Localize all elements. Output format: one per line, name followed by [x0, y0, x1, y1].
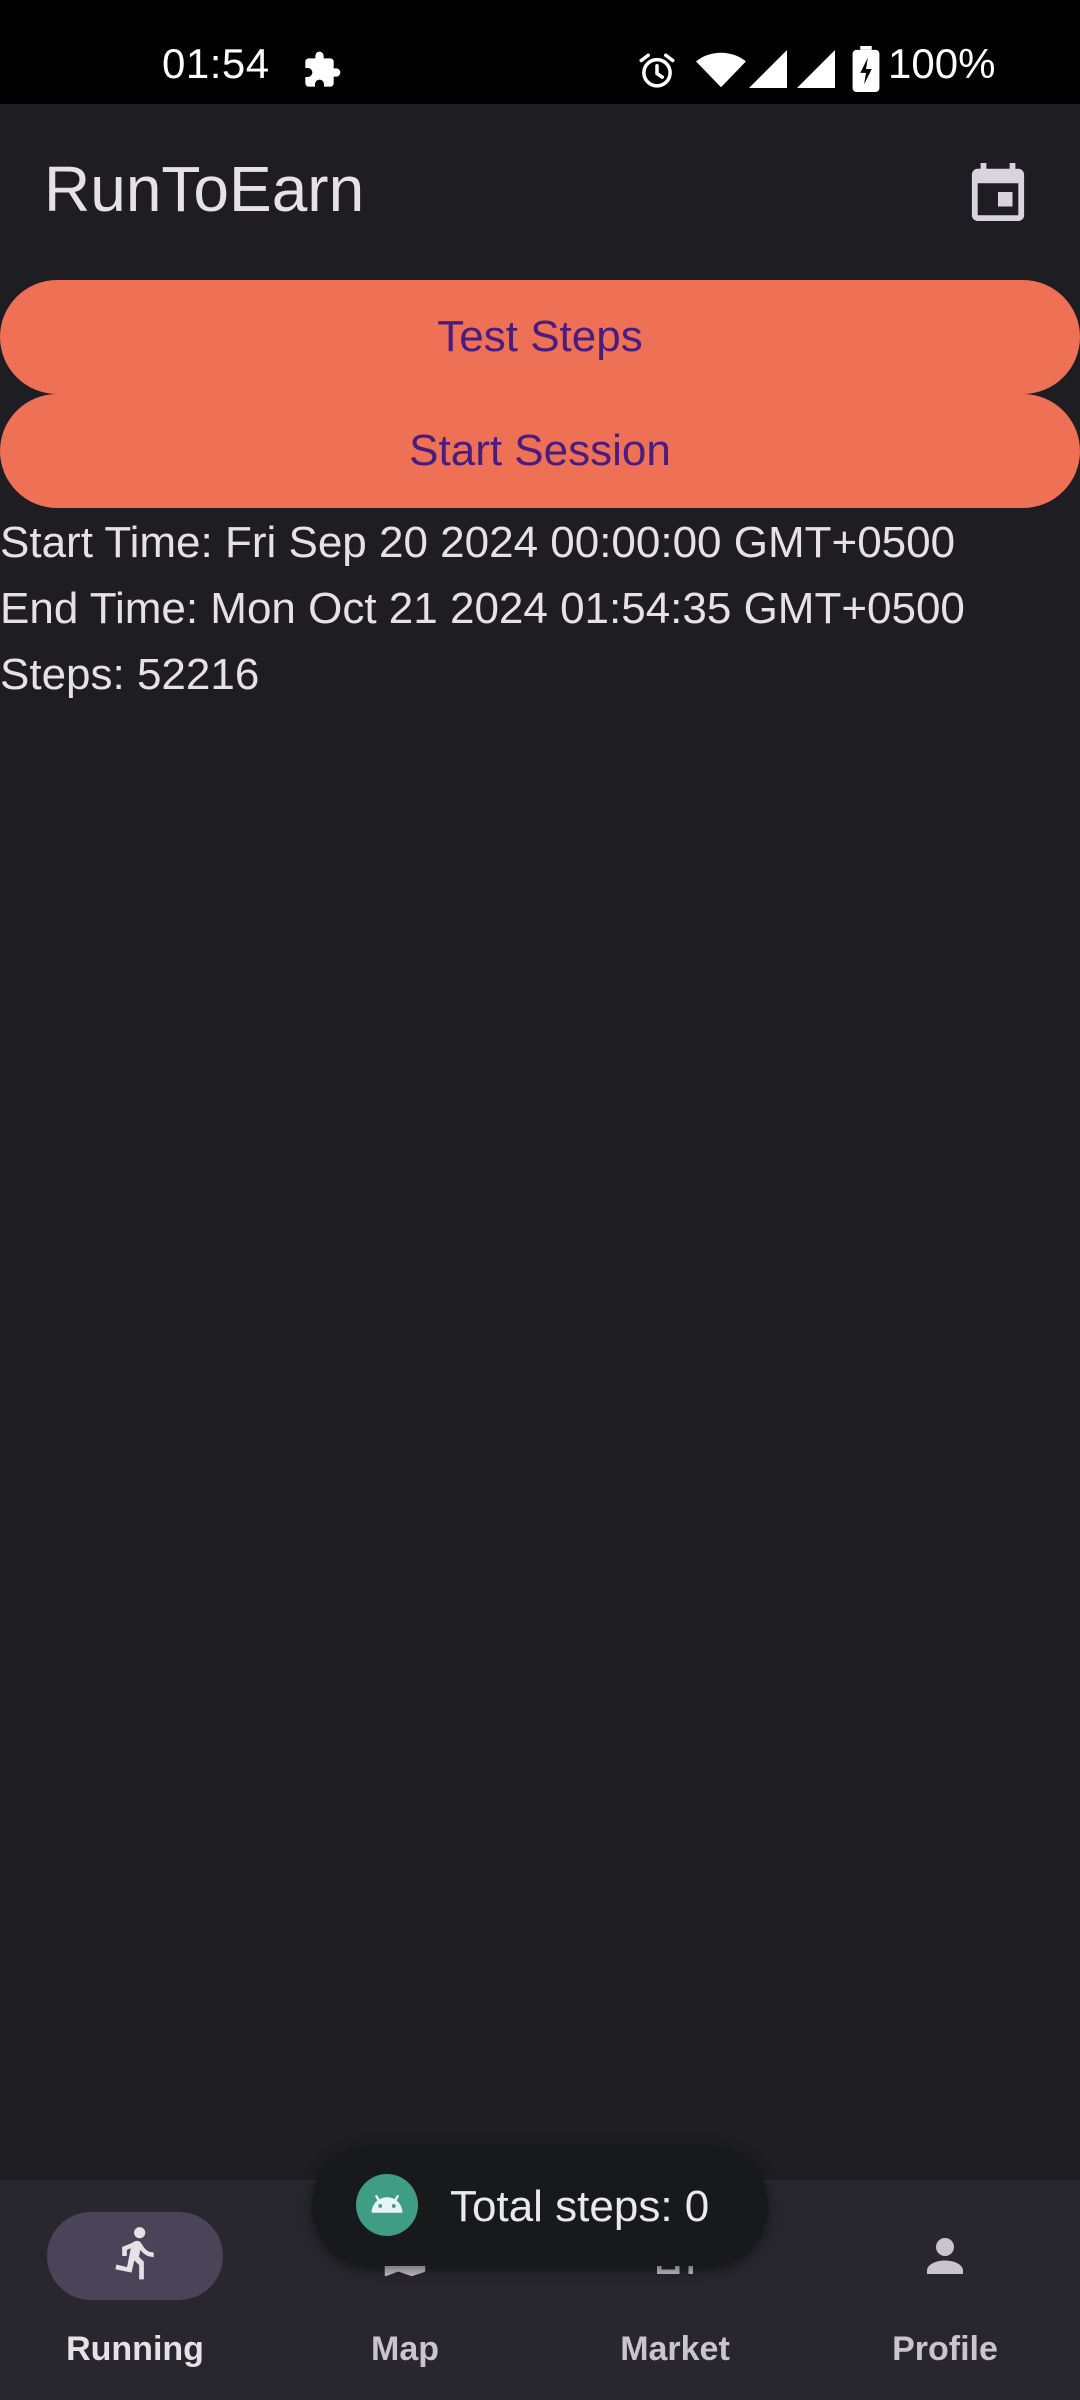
- battery-percentage: 100%: [888, 40, 996, 87]
- nav-label-profile: Profile: [892, 2330, 998, 2368]
- person-icon: [913, 2224, 977, 2288]
- start-session-button[interactable]: Start Session: [0, 394, 1080, 508]
- status-bar: 01:54 100%: [0, 0, 1080, 104]
- running-icon: [103, 2224, 167, 2288]
- end-time-text: End Time: Mon Oct 21 2024 01:54:35 GMT+0…: [0, 584, 965, 633]
- nav-label-market: Market: [620, 2330, 730, 2368]
- start-time-text: Start Time: Fri Sep 20 2024 00:00:00 GMT…: [0, 518, 956, 567]
- calendar-icon: [971, 163, 1025, 221]
- app-title: RunToEarn: [44, 153, 365, 225]
- battery-charging-icon: [852, 46, 880, 92]
- puzzle-icon: [305, 51, 341, 87]
- status-time: 01:54: [162, 40, 270, 87]
- wifi-icon: [696, 52, 746, 88]
- toast-message: Total steps: 0: [450, 2182, 710, 2231]
- android-icon: [356, 2174, 418, 2236]
- signal-icon-2: [797, 50, 835, 88]
- nav-item-running[interactable]: Running: [0, 2180, 270, 2400]
- alarm-icon: [639, 53, 675, 88]
- steps-text: Steps: 52216: [0, 650, 260, 699]
- calendar-button[interactable]: [966, 160, 1030, 224]
- screen: 01:54 100% RunToEarn Test Steps Start Se…: [0, 0, 1080, 2400]
- nav-label-map: Map: [371, 2330, 439, 2368]
- nav-label-running: Running: [66, 2330, 204, 2368]
- app-bar: RunToEarn: [0, 104, 1080, 276]
- signal-icon: [749, 50, 787, 88]
- nav-item-profile[interactable]: Profile: [810, 2180, 1080, 2400]
- test-steps-button[interactable]: Test Steps: [0, 280, 1080, 394]
- toast: Total steps: 0: [312, 2146, 768, 2266]
